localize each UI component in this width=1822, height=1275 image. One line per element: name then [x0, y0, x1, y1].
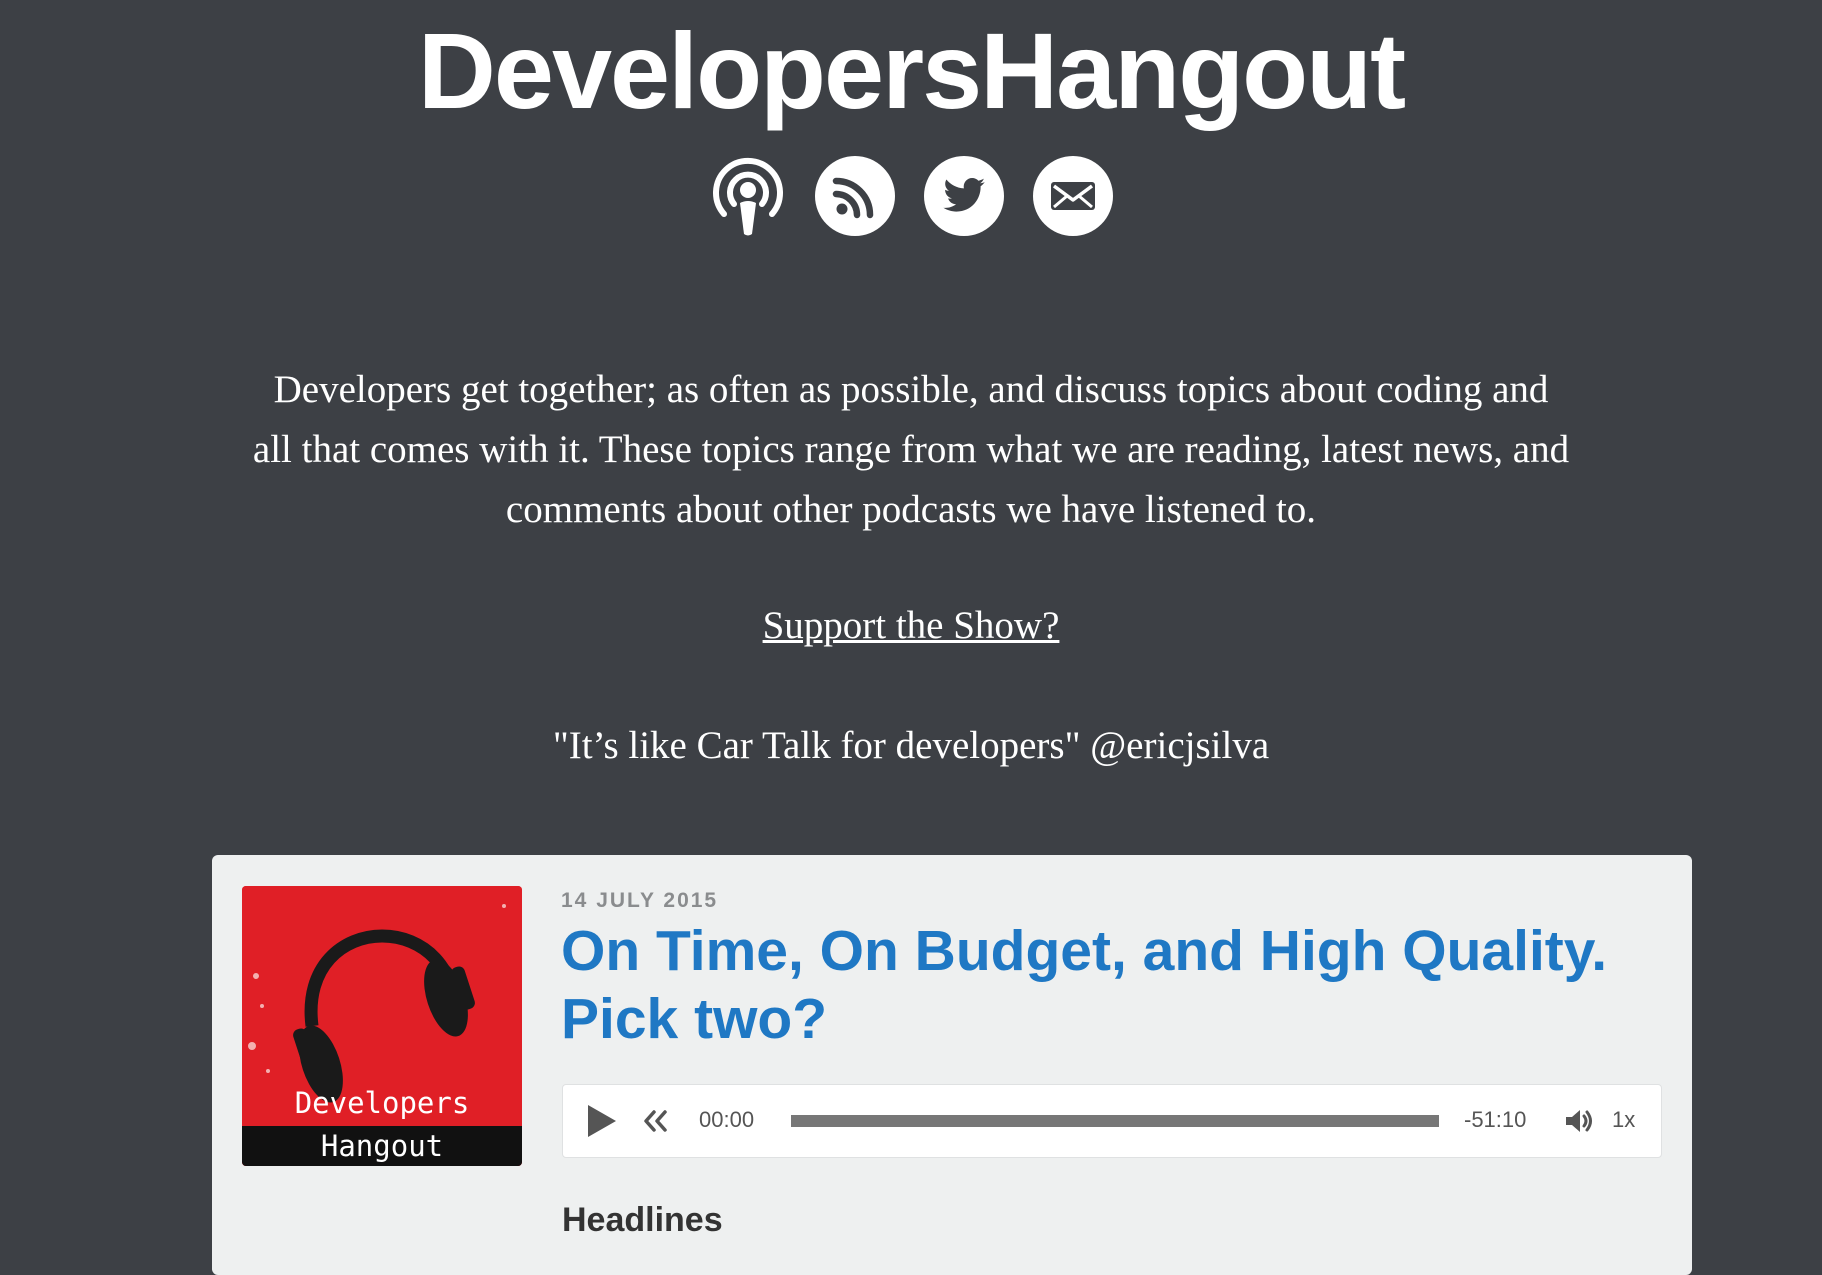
testimonial-quote: "It’s like Car Talk for developers" @eri…	[552, 724, 1270, 767]
podcast-link[interactable]	[710, 156, 786, 236]
play-icon	[588, 1105, 616, 1137]
social-links	[0, 156, 1822, 236]
headphones-icon	[242, 886, 522, 1166]
current-time: 00:00	[699, 1107, 755, 1132]
playback-speed-button[interactable]: 1x	[1612, 1107, 1635, 1133]
audio-player: 00:00 -51:10 1x	[562, 1084, 1662, 1158]
site-title: DevelopersHangout	[417, 10, 1406, 131]
play-button[interactable]	[583, 1103, 619, 1139]
twitter-icon	[923, 156, 1004, 236]
email-icon	[1032, 156, 1113, 236]
rss-link[interactable]	[814, 156, 895, 236]
twitter-link[interactable]	[923, 156, 1004, 236]
support-link[interactable]: Support the Show?	[763, 604, 1060, 647]
rewind-button[interactable]	[641, 1107, 669, 1135]
episode-artwork[interactable]: Developers Hangout	[242, 886, 522, 1166]
show-description: Developers get together; as often as pos…	[252, 368, 1570, 531]
rss-icon	[814, 156, 895, 236]
progress-bar[interactable]	[791, 1115, 1439, 1127]
episode-title-link[interactable]: On Time, On Budget, and High Quality. Pi…	[561, 917, 1661, 1053]
volume-button[interactable]	[1563, 1105, 1595, 1137]
podcast-icon	[712, 157, 783, 236]
artwork-label-line2: Hangout	[320, 1129, 444, 1163]
episode-card: Developers Hangout 14 JULY 2015 On Time,…	[212, 855, 1692, 1275]
support-section: Support the Show?	[0, 596, 1822, 656]
headlines-heading: Headlines	[562, 1201, 723, 1239]
volume-icon	[1566, 1110, 1592, 1132]
email-link[interactable]	[1032, 156, 1113, 236]
episode-date: 14 JULY 2015	[561, 889, 719, 912]
artwork-label-line1: Developers	[294, 1086, 470, 1120]
rewind-icon	[644, 1110, 667, 1132]
remaining-time: -51:10	[1464, 1107, 1527, 1132]
